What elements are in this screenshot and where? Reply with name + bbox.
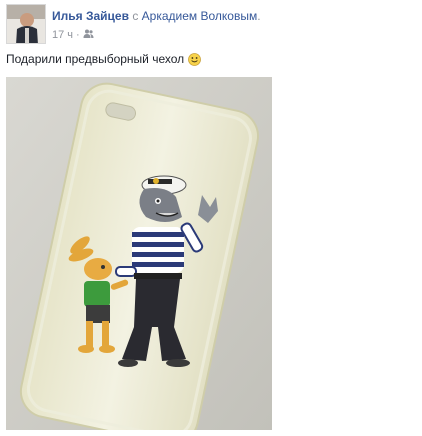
- with-label: с: [132, 9, 139, 23]
- post-text: Подарили предвыборный чехол: [6, 52, 185, 66]
- timestamp-link[interactable]: 17 ч: [52, 29, 73, 41]
- post-header: Илья Зайцев с Аркадием Волковым. 17 ч ·: [6, 4, 406, 44]
- phone-case-photo: [6, 77, 272, 430]
- smile-emoji-icon: [188, 52, 202, 66]
- author-name-link[interactable]: Илья Зайцев: [52, 9, 129, 23]
- author-avatar[interactable]: [6, 4, 46, 44]
- feed-post: Илья Зайцев с Аркадием Волковым. 17 ч · …: [0, 0, 422, 436]
- avatar-image: [7, 5, 45, 43]
- friends-icon[interactable]: [83, 29, 94, 41]
- post-time-row: 17 ч ·: [52, 29, 94, 41]
- period: .: [257, 9, 261, 23]
- post-meta: Илья Зайцев с Аркадием Волковым.: [52, 9, 261, 23]
- post-message: Подарили предвыборный чехол: [6, 52, 202, 66]
- post-photo[interactable]: [6, 77, 272, 430]
- tagged-person-link[interactable]: Аркадием Волковым: [142, 9, 258, 23]
- dot-separator: ·: [76, 29, 80, 41]
